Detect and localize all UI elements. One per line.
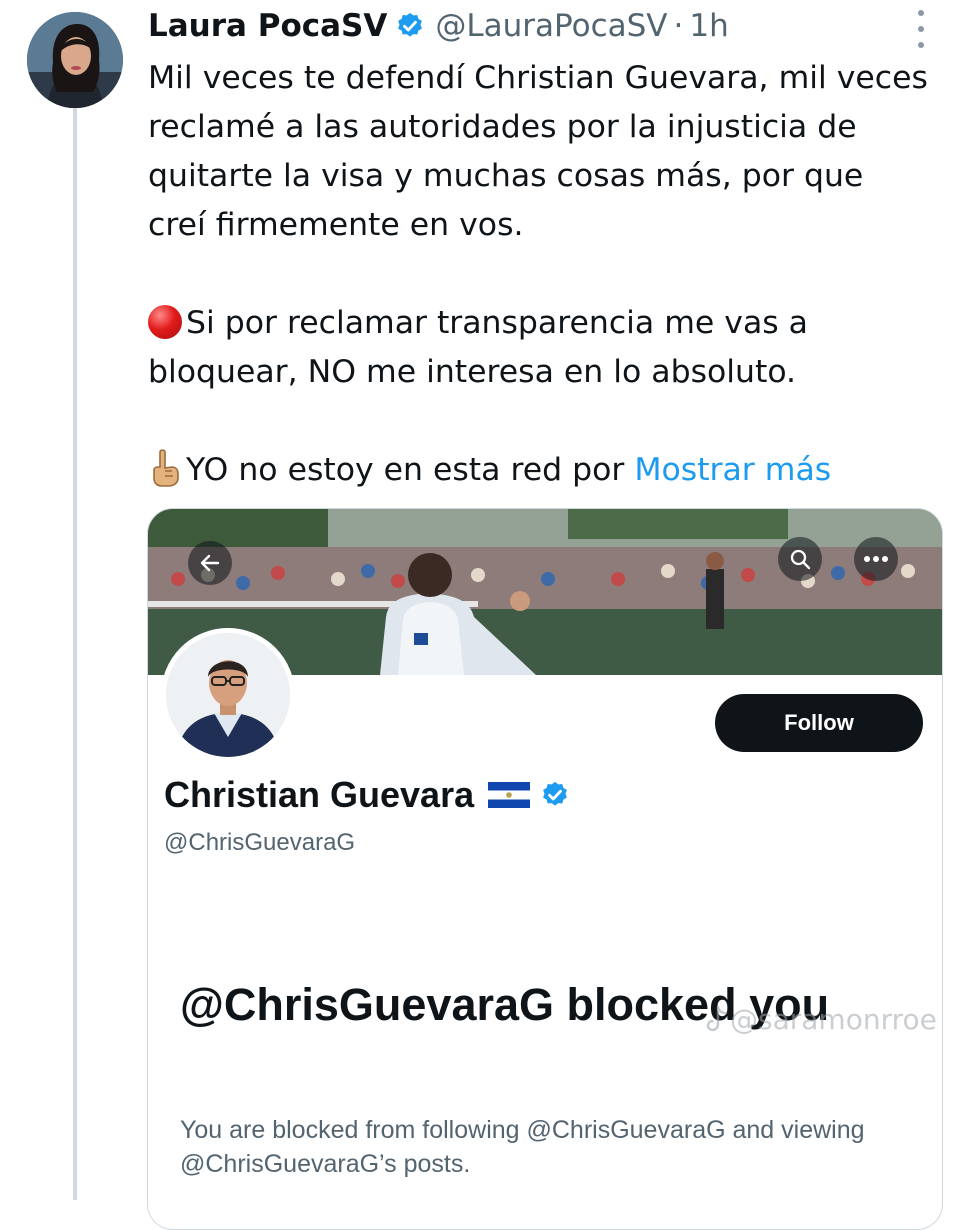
author-name[interactable]: Laura PocaSV: [148, 8, 387, 44]
tweet-header: Laura PocaSV @LauraPocaSV · 1h: [148, 2, 729, 50]
show-more-link[interactable]: Mostrar más: [634, 452, 831, 488]
separator-dot: ·: [673, 8, 684, 44]
author-handle[interactable]: @LauraPocaSV: [435, 8, 667, 44]
embedded-profile-screenshot[interactable]: Follow Christian Guevara @ChrisGuevaraG …: [147, 508, 943, 1230]
tiktok-icon: [706, 1005, 728, 1032]
red-circle-emoji: [148, 305, 182, 339]
follow-button[interactable]: Follow: [715, 694, 923, 752]
watermark-text: @saramonrroe: [730, 1003, 937, 1036]
profile-handle: @ChrisGuevaraG: [164, 829, 356, 856]
verified-badge-icon: [540, 780, 570, 810]
more-horizontal-icon[interactable]: [854, 537, 898, 581]
author-avatar[interactable]: [27, 12, 123, 108]
tweet-paragraph-1: Mil veces te defendí Christian Guevara, …: [148, 60, 928, 243]
tweet-text: Mil veces te defendí Christian Guevara, …: [148, 54, 928, 495]
watermark: @saramonrroe: [706, 1003, 937, 1036]
profile-name-row: Christian Guevara: [164, 774, 570, 816]
tweet-paragraph-3-text: YO no estoy en esta red por: [186, 452, 625, 488]
more-dots-icon[interactable]: [913, 10, 929, 48]
index-pointing-up-emoji: [148, 448, 182, 488]
post-timestamp[interactable]: 1h: [689, 8, 728, 44]
profile-avatar[interactable]: [161, 628, 295, 762]
tweet-paragraph-3: YO no estoy en esta red por Mostrar más: [148, 446, 928, 495]
verified-badge-icon: [395, 11, 425, 41]
blocked-description: You are blocked from following @ChrisGue…: [180, 1116, 865, 1178]
back-arrow-icon[interactable]: [188, 541, 232, 585]
profile-name: Christian Guevara: [164, 774, 475, 815]
tweet-paragraph-2-text: Si por reclamar transparencia me vas a b…: [148, 305, 808, 390]
el-salvador-flag-icon: [488, 782, 531, 808]
search-icon[interactable]: [778, 537, 822, 581]
thread-line: [73, 104, 77, 1200]
tweet-paragraph-2: Si por reclamar transparencia me vas a b…: [148, 299, 928, 397]
